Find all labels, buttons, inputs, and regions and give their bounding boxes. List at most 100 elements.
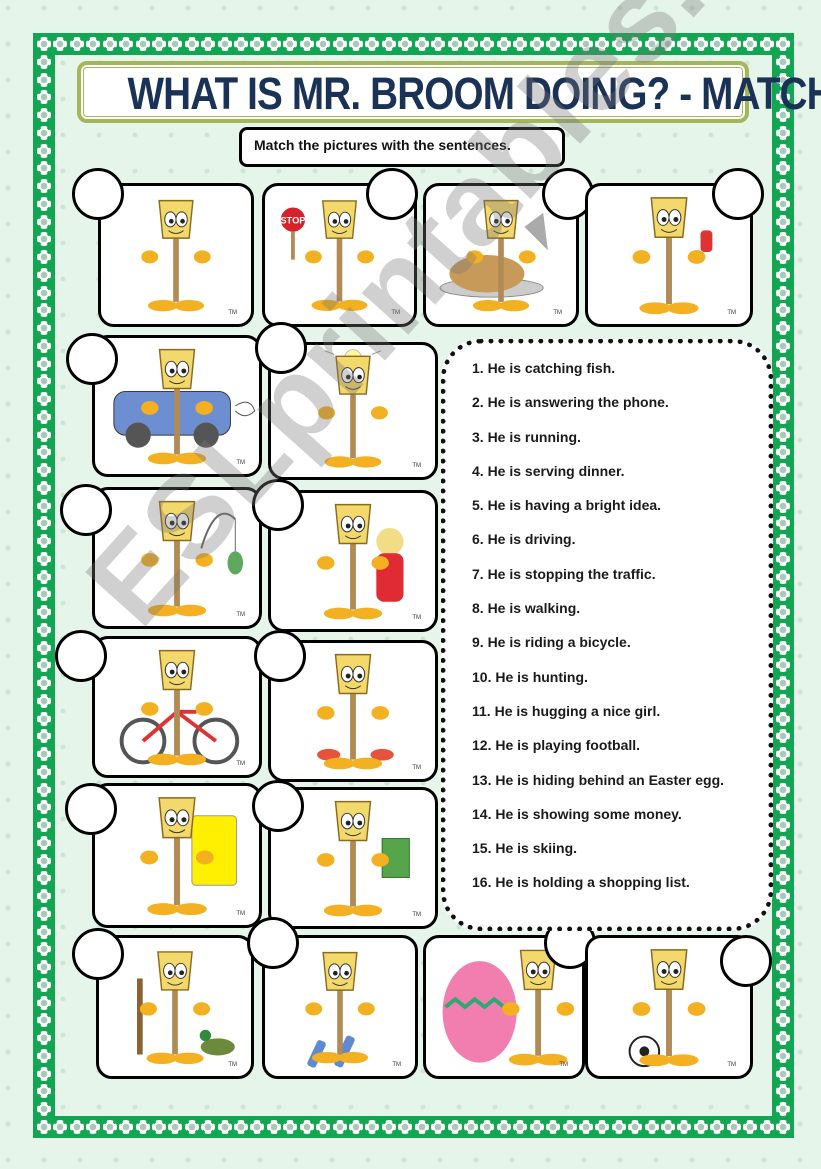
border-flower-icon (37, 338, 51, 353)
border-flower-icon (37, 711, 51, 726)
border-flower-icon (37, 392, 51, 406)
border-flower-icon (283, 1120, 298, 1134)
border-flower-icon (37, 1066, 51, 1081)
border-flower-icon (37, 516, 51, 531)
answer-circle[interactable] (255, 322, 307, 374)
border-flower-icon (37, 285, 51, 300)
border-flower-icon (414, 1120, 429, 1134)
border-flower-icon (710, 37, 725, 51)
border-flower-icon (151, 37, 166, 51)
sentence-item: 9. He is riding a bicycle. (472, 634, 631, 651)
border-flower-icon (776, 1066, 790, 1081)
border-flower-icon (102, 1120, 117, 1134)
border-flower-icon (316, 37, 331, 51)
border-flower-icon (776, 463, 790, 477)
border-flower-icon (234, 37, 249, 51)
border-flower-icon (37, 196, 51, 211)
answer-circle[interactable] (55, 630, 107, 682)
border-flower-icon (37, 1102, 51, 1116)
broom-car-icon (113, 348, 256, 465)
picture-illustration (95, 639, 259, 775)
border-flower-icon (776, 321, 790, 335)
border-flower-icon (776, 179, 790, 193)
border-flower-icon (726, 1120, 741, 1134)
border-flower-icon (332, 1120, 347, 1134)
border-flower-icon (37, 267, 51, 282)
border-flower-icon (496, 37, 511, 51)
border-flower-icon (119, 37, 134, 51)
border-flower-icon (37, 747, 51, 761)
border-flower-icon (37, 977, 51, 992)
broom-fishing-icon (141, 500, 244, 617)
border-flower-icon (776, 374, 790, 389)
border-flower-icon (776, 143, 790, 158)
border-flower-icon (726, 37, 741, 51)
answer-circle[interactable] (252, 479, 304, 531)
border-flower-icon (776, 480, 790, 495)
answer-circle[interactable] (72, 168, 124, 220)
answer-circle[interactable] (66, 333, 118, 385)
border-flower-icon (595, 37, 610, 51)
answer-circle[interactable] (60, 484, 112, 536)
border-flower-icon (776, 693, 790, 708)
border-flower-icon (661, 1120, 676, 1134)
border-flower-icon (693, 37, 708, 51)
answer-circle[interactable] (254, 630, 306, 682)
border-flower-icon (496, 1120, 511, 1134)
border-flower-icon (168, 37, 183, 51)
border-flower-icon (776, 285, 790, 300)
sentence-item: 2. He is answering the phone. (472, 394, 669, 411)
border-flower-icon (37, 427, 51, 442)
answer-circle[interactable] (72, 928, 124, 980)
broom-list-icon (140, 797, 238, 916)
trademark-label: TM (412, 765, 421, 771)
border-flower-icon (776, 1031, 790, 1045)
border-flower-icon (37, 658, 51, 673)
sentence-item: 15. He is skiing. (472, 840, 578, 857)
trademark-label: TM (559, 1062, 568, 1068)
border-flower-icon (37, 214, 51, 229)
picture-illustration (95, 786, 259, 925)
sentence-item: 10. He is hunting. (472, 668, 588, 685)
sentence-list: 1. He is catching fish. 2. He is answeri… (472, 360, 724, 909)
answer-circle[interactable] (252, 780, 304, 832)
border-flower-icon (546, 37, 561, 51)
border-flower-icon (529, 1120, 544, 1134)
border-flower-icon (776, 125, 790, 140)
border-flower-icon (37, 1031, 51, 1045)
border-flower-icon (776, 1102, 790, 1116)
border-flower-icon (447, 1120, 462, 1134)
border-flower-icon (431, 1120, 446, 1134)
border-flower-icon (398, 37, 413, 51)
trademark-label: TM (236, 761, 245, 767)
answer-circle[interactable] (366, 168, 418, 220)
border-flower-icon (776, 782, 790, 797)
border-flower-icon (69, 37, 84, 51)
answer-circle[interactable] (247, 917, 299, 969)
broom-bicycle-icon (119, 649, 240, 766)
border-flower-icon (644, 37, 659, 51)
sentences-box: 1. He is catching fish. 2. He is answeri… (441, 339, 773, 931)
border-flower-icon (37, 995, 51, 1010)
border-flower-icon (776, 196, 790, 211)
border-flower-icon (693, 1120, 708, 1134)
border-flower-icon (69, 1120, 84, 1134)
border-flower-icon (776, 427, 790, 442)
border-flower-icon (644, 1120, 659, 1134)
instruction-text: Match the pictures with the sentences. (254, 137, 511, 153)
border-flower-icon (37, 232, 51, 247)
answer-circle[interactable] (65, 783, 117, 835)
answer-circle[interactable] (720, 935, 772, 987)
border-flower-icon (37, 143, 51, 158)
border-flower-icon (562, 1120, 577, 1134)
border-flower-icon (776, 569, 790, 584)
border-flower-icon (743, 37, 758, 51)
border-flower-icon (661, 37, 676, 51)
trademark-label: TM (236, 460, 245, 466)
border-flower-icon (595, 1120, 610, 1134)
border-flower-icon (776, 303, 790, 318)
trademark-label: TM (228, 310, 237, 316)
answer-circle[interactable] (712, 168, 764, 220)
border-flower-icon (201, 37, 216, 51)
border-flower-icon (37, 54, 51, 69)
